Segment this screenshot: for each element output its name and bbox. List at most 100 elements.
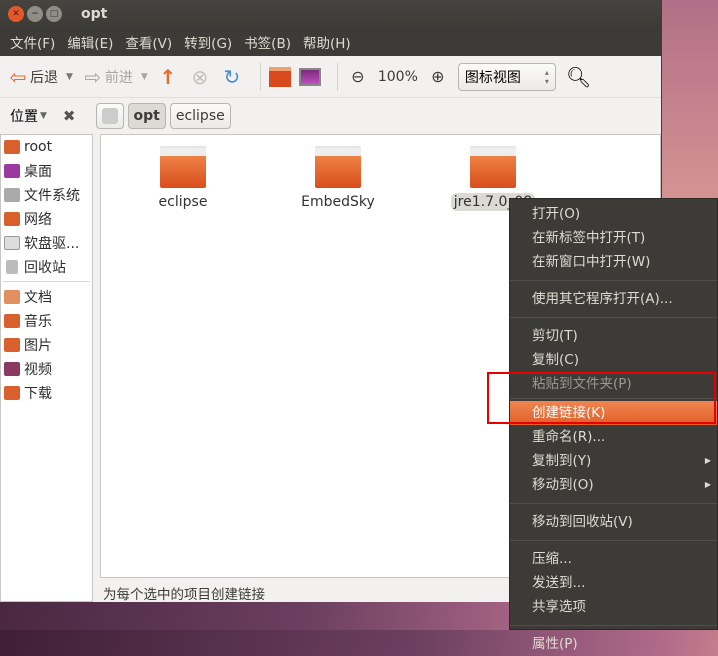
label: 文件系统 <box>24 188 80 204</box>
menu-item-send-to[interactable]: 发送到... <box>510 571 717 595</box>
forward-label: 前进 <box>104 69 133 86</box>
menu-item-sharing-options[interactable]: 共享选项 <box>510 595 717 619</box>
desktop-icon <box>4 164 20 178</box>
sidebar-item-trash[interactable]: 回收站 <box>1 255 92 279</box>
back-button[interactable]: ⇦ 后退 ▼ <box>6 65 73 89</box>
label: 文档 <box>24 290 52 306</box>
menu-item-open-new-tab[interactable]: 在新标签中打开(T) <box>510 226 717 250</box>
sidebar-item-music[interactable]: 音乐 <box>1 309 92 333</box>
folder-icon <box>315 146 361 188</box>
menu-item-copy-to[interactable]: 复制到(Y) ▶ <box>510 449 717 473</box>
sidebar-item-pictures[interactable]: 图片 <box>1 333 92 357</box>
sidebar-item-network[interactable]: 网络 <box>1 207 92 231</box>
location-bar: 位置 ▼ ✖ opt eclipse <box>0 98 661 134</box>
downloads-folder-icon <box>4 386 20 400</box>
sidebar-item-videos[interactable]: 视频 <box>1 357 92 381</box>
folder-item[interactable]: eclipse <box>128 135 238 210</box>
chevron-down-icon[interactable]: ▼ <box>66 72 73 82</box>
menu-help[interactable]: 帮助(H) <box>297 32 357 52</box>
spinner-icon: ▴ ▾ <box>544 67 549 86</box>
computer-icon[interactable] <box>298 67 321 86</box>
zoom-level: 100% <box>377 68 418 85</box>
menu-separator <box>510 280 717 281</box>
close-sidebar-icon[interactable]: ✖ <box>63 107 76 125</box>
menu-edit[interactable]: 编辑(E) <box>61 32 119 52</box>
forward-button[interactable]: ⇨ 前进 ▼ <box>81 65 148 89</box>
label: 下载 <box>24 386 52 402</box>
menu-separator <box>510 317 717 318</box>
menu-item-open[interactable]: 打开(O) <box>510 202 717 226</box>
submenu-arrow-icon: ▶ <box>704 456 711 465</box>
sidebar-item-filesystem[interactable]: 文件系统 <box>1 183 92 207</box>
menu-view[interactable]: 查看(V) <box>119 32 178 52</box>
path-button-opt[interactable]: opt <box>127 103 166 129</box>
folder-item[interactable]: EmbedSky <box>283 135 393 210</box>
sidebar-item-downloads[interactable]: 下载 <box>1 381 92 405</box>
documents-folder-icon <box>4 290 20 304</box>
stop-icon[interactable]: ⊗ <box>188 65 212 89</box>
label: 网络 <box>24 212 52 228</box>
drive-icon <box>4 188 20 202</box>
close-button[interactable]: ✕ <box>8 6 24 22</box>
status-bar: 为每个选中的项目创建链接 <box>103 587 265 603</box>
menu-item-move-to-trash[interactable]: 移动到回收站(V) <box>510 510 717 534</box>
up-arrow-icon[interactable]: ↑ <box>156 65 180 89</box>
path-button-eclipse[interactable]: eclipse <box>169 103 231 129</box>
menu-item-open-with[interactable]: 使用其它程序打开(A)... <box>510 287 717 311</box>
network-folder-icon <box>4 212 20 226</box>
search-icon[interactable]: 🔍︎ <box>566 65 591 89</box>
menu-item-copy[interactable]: 复制(C) <box>510 348 717 372</box>
label: 视频 <box>24 362 52 378</box>
back-label: 后退 <box>30 69 58 86</box>
zoom-out-icon[interactable]: ⊖ <box>346 65 370 89</box>
divider <box>3 281 90 282</box>
menu-separator <box>510 503 717 504</box>
path-root-button[interactable] <box>95 103 124 129</box>
label: 软盘驱... <box>24 236 80 252</box>
label: 桌面 <box>24 164 52 180</box>
menu-item-move-to[interactable]: 移动到(O) ▶ <box>510 473 717 497</box>
reload-icon[interactable]: ↻ <box>220 65 244 89</box>
home-folder-icon <box>4 140 20 154</box>
menu-item-rename[interactable]: 重命名(R)... <box>510 425 717 449</box>
drive-icon <box>101 108 118 124</box>
sidebar-item-root[interactable]: root <box>1 135 92 159</box>
menu-item-cut[interactable]: 剪切(T) <box>510 324 717 348</box>
separator <box>259 62 261 91</box>
menu-item-compress[interactable]: 压缩... <box>510 547 717 571</box>
menu-separator <box>510 625 717 626</box>
forward-arrow-icon: ⇨ <box>84 64 102 89</box>
trash-icon <box>6 260 18 274</box>
sidebar-item-desktop[interactable]: 桌面 <box>1 159 92 183</box>
view-mode-value: 图标视图 <box>464 69 521 86</box>
menu-item-open-new-window[interactable]: 在新窗口中打开(W) <box>510 250 717 274</box>
floppy-icon <box>4 236 20 250</box>
folder-label: EmbedSky <box>301 194 375 210</box>
music-folder-icon <box>4 314 20 328</box>
menu-go[interactable]: 转到(G) <box>178 32 238 52</box>
menu-item-properties[interactable]: 属性(P) <box>510 632 717 656</box>
videos-folder-icon <box>4 362 20 376</box>
sidebar-item-floppy[interactable]: 软盘驱... <box>1 231 92 255</box>
view-mode-select[interactable]: 图标视图 ▴ ▾ <box>457 62 556 91</box>
label: 移动到(O) <box>532 477 594 493</box>
maximize-button[interactable]: □ <box>46 6 62 22</box>
sidebar: root 桌面 文件系统 网络 软盘驱... 回收站 文档 音乐 图片 视频 下… <box>0 134 93 602</box>
places-dropdown[interactable]: 位置 <box>10 106 38 126</box>
label: root <box>24 139 53 155</box>
menu-file[interactable]: 文件(F) <box>4 32 61 52</box>
window-title: opt <box>81 6 108 22</box>
label: 音乐 <box>24 314 52 330</box>
highlight-annotation-box <box>487 372 716 424</box>
zoom-in-icon[interactable]: ⊕ <box>426 65 450 89</box>
chevron-down-icon[interactable]: ▼ <box>40 111 47 121</box>
chevron-down-icon[interactable]: ▼ <box>141 72 148 82</box>
minimize-button[interactable]: − <box>27 6 43 22</box>
folder-icon <box>470 146 516 188</box>
sidebar-item-documents[interactable]: 文档 <box>1 285 92 309</box>
home-icon[interactable] <box>268 66 291 87</box>
menu-bookmarks[interactable]: 书签(B) <box>238 32 297 52</box>
title-bar: ✕ − □ opt <box>0 0 661 28</box>
separator <box>336 62 338 91</box>
pictures-folder-icon <box>4 338 20 352</box>
